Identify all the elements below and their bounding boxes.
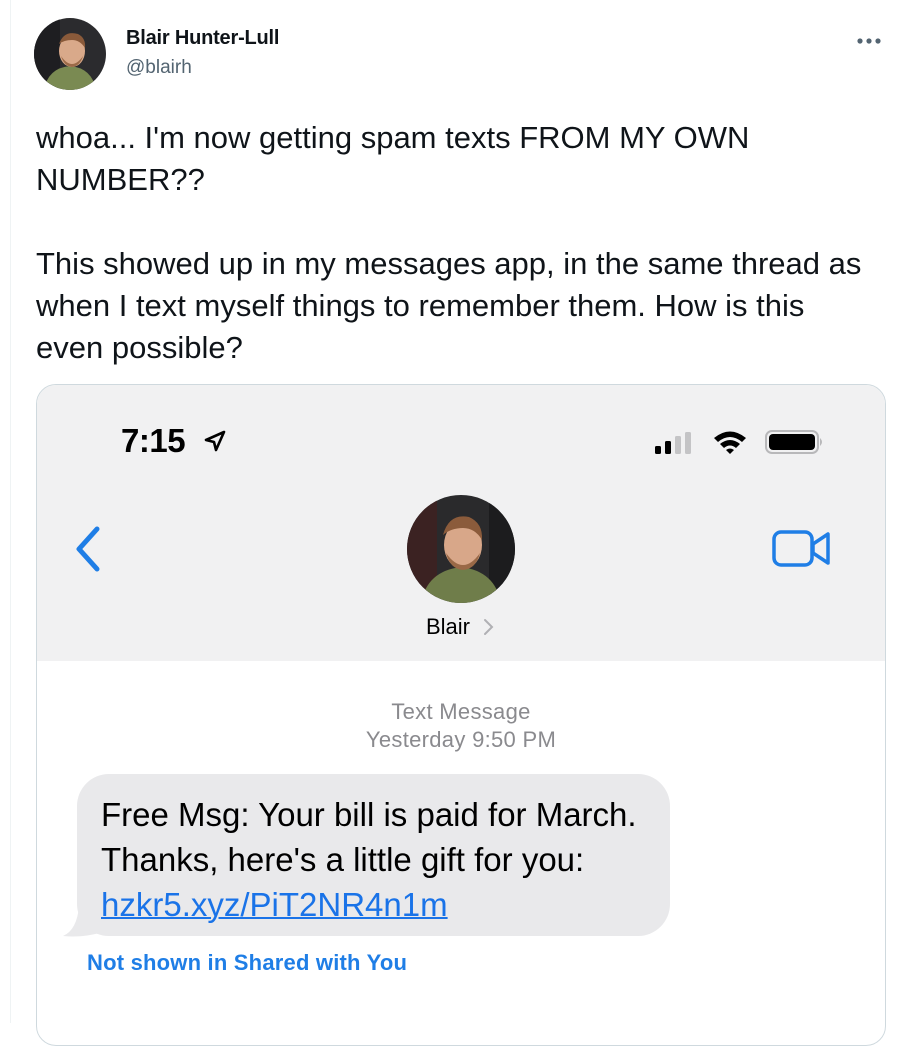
tweet-media-image[interactable]: 7:15 Blair Text Message Yesterday 9:50 P… bbox=[36, 384, 886, 1046]
back-chevron-icon[interactable] bbox=[73, 525, 103, 578]
shared-with-you-note[interactable]: Not shown in Shared with You bbox=[87, 950, 407, 976]
signal-icon bbox=[655, 432, 699, 459]
message-timestamp: Yesterday 9:50 PM bbox=[37, 727, 885, 753]
timeline-border bbox=[10, 0, 11, 1023]
wifi-icon bbox=[712, 429, 748, 460]
contact-name[interactable]: Blair bbox=[426, 614, 470, 640]
message-time: 9:50 PM bbox=[472, 727, 557, 752]
tweet-paragraph-1: whoa... I'm now getting spam texts FROM … bbox=[36, 120, 750, 197]
message-type-label: Text Message bbox=[391, 699, 531, 724]
more-horizontal-icon[interactable] bbox=[854, 26, 884, 56]
location-arrow-icon bbox=[203, 429, 227, 458]
status-time: 7:15 bbox=[121, 422, 186, 459]
tweet-text: whoa... I'm now getting spam texts FROM … bbox=[36, 117, 876, 369]
messages-header: 7:15 Blair bbox=[37, 385, 885, 661]
message-link[interactable]: hzkr5.xyz/PiT2NR4n1m bbox=[101, 886, 448, 923]
contact-chevron-icon bbox=[483, 618, 495, 641]
author-avatar[interactable] bbox=[34, 18, 106, 90]
message-day: Yesterday bbox=[365, 727, 466, 752]
tweet-header: Blair Hunter-Lull @blairh bbox=[34, 18, 884, 92]
battery-icon bbox=[765, 430, 825, 459]
author-handle[interactable]: @blairh bbox=[126, 57, 192, 79]
author-name[interactable]: Blair Hunter-Lull bbox=[126, 27, 279, 50]
message-bubble[interactable]: Free Msg: Your bill is paid for March. T… bbox=[77, 774, 670, 936]
tweet-paragraph-2: This showed up in my messages app, in th… bbox=[36, 246, 862, 365]
video-camera-icon[interactable] bbox=[772, 529, 832, 574]
contact-photo[interactable] bbox=[407, 495, 515, 603]
message-text: Free Msg: Your bill is paid for March. T… bbox=[101, 796, 637, 878]
